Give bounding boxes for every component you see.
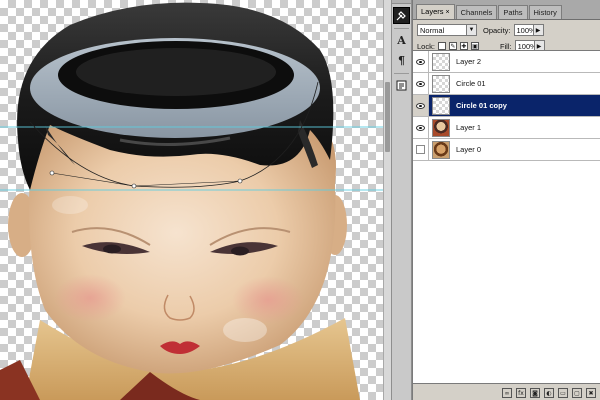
layer-name[interactable]: Layer 1	[456, 123, 481, 132]
photoshop-window: A ¶ Layers × Channels Paths History Norma…	[0, 0, 600, 400]
blend-mode-select[interactable]: Normal ▼	[417, 24, 477, 36]
anchor-point[interactable]	[237, 178, 243, 184]
link-layers-icon[interactable]: ∞	[502, 388, 512, 398]
layer-thumbnail	[432, 96, 450, 115]
layer-thumbnail	[432, 74, 450, 93]
eye-icon[interactable]	[413, 51, 429, 72]
layer-mask-icon[interactable]: ◙	[530, 388, 540, 398]
layer-list: Layer 2 Circle 01 Circle 01 copy Layer 1 Lay…	[413, 50, 600, 384]
tab-channels[interactable]: Channels	[455, 5, 498, 19]
layer-row[interactable]: Circle 01 copy	[413, 95, 600, 117]
layer-thumbnail	[432, 52, 450, 71]
dock-separator	[394, 73, 409, 74]
chevron-down-icon: ▼	[466, 25, 476, 35]
adjustment-layer-icon[interactable]: ◐	[544, 388, 554, 398]
layer-name[interactable]: Circle 01 copy	[456, 101, 507, 110]
trash-icon[interactable]: ✖	[586, 388, 596, 398]
close-icon[interactable]: ×	[446, 9, 450, 16]
layer-row[interactable]: Circle 01	[413, 73, 600, 95]
tab-paths[interactable]: Paths	[498, 5, 528, 19]
lock-transparent-pixels-icon[interactable]	[437, 42, 446, 50]
layers-bottom-bar: ∞ fx ◙ ◐ ▭ ▢ ✖	[413, 386, 600, 400]
layer-row[interactable]: Layer 2	[413, 51, 600, 73]
lock-all-icon[interactable]: ▣	[470, 42, 479, 50]
tab-layers[interactable]: Layers ×	[416, 4, 455, 19]
layer-thumbnail	[432, 140, 450, 159]
new-group-icon[interactable]: ▭	[558, 388, 568, 398]
dock-separator	[394, 28, 409, 29]
dock-grip[interactable]	[392, 0, 411, 4]
canvas-vertical-scrollbar[interactable]	[383, 0, 391, 400]
opacity-label: Opacity:	[483, 25, 511, 35]
info-icon[interactable]	[393, 77, 410, 94]
layer-row[interactable]: Layer 0	[413, 139, 600, 161]
layer-name[interactable]: Layer 0	[456, 145, 481, 154]
new-layer-icon[interactable]: ▢	[572, 388, 582, 398]
eye-icon[interactable]	[413, 73, 429, 94]
tab-history[interactable]: History	[528, 5, 562, 19]
layers-panel: Layers × Channels Paths History Normal ▼ …	[412, 0, 600, 400]
eye-icon[interactable]	[413, 95, 429, 116]
layer-style-icon[interactable]: fx	[516, 388, 526, 398]
canvas-artwork	[0, 2, 383, 400]
anchor-point[interactable]	[131, 183, 137, 189]
tab-channels-label: Channels	[460, 8, 493, 17]
character-icon[interactable]: A	[393, 32, 410, 49]
tab-history-label: History	[533, 8, 557, 17]
layer-thumbnail	[432, 118, 450, 137]
visibility-off-icon[interactable]	[413, 139, 429, 160]
panel-dock-strip: A ¶	[391, 0, 412, 400]
tool-preset-icon[interactable]	[393, 7, 410, 24]
lock-image-pixels-icon[interactable]: ✎	[448, 42, 457, 50]
document-canvas[interactable]	[0, 0, 383, 400]
tab-layers-label: Layers	[421, 7, 444, 16]
anchor-point[interactable]	[49, 170, 55, 176]
panel-tab-bar: Layers × Channels Paths History	[413, 0, 600, 20]
opacity-field[interactable]: 100% ▶	[513, 24, 544, 36]
layer-name[interactable]: Layer 2	[456, 57, 481, 66]
blend-row: Normal ▼ Opacity: 100% ▶	[413, 22, 600, 38]
tab-paths-label: Paths	[503, 8, 523, 17]
eye-icon[interactable]	[413, 117, 429, 138]
paragraph-icon[interactable]: ¶	[393, 52, 410, 69]
lock-position-icon[interactable]: ✚	[459, 42, 468, 50]
blend-mode-value: Normal	[420, 25, 445, 35]
layer-row[interactable]: Layer 1	[413, 117, 600, 139]
scrollbar-thumb[interactable]	[385, 82, 390, 152]
layer-name[interactable]: Circle 01	[456, 79, 486, 88]
chevron-down-icon[interactable]: ▶	[532, 25, 543, 35]
